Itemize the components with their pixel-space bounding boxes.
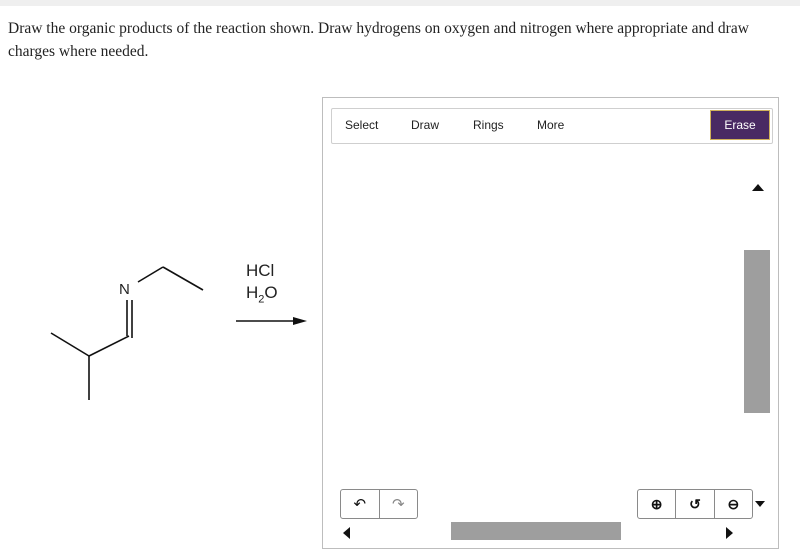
vertical-scroll-thumb[interactable]: [744, 250, 770, 413]
scroll-left-arrow-icon[interactable]: [343, 527, 350, 539]
bond-ch-methyl-1: [50, 332, 90, 357]
horizontal-scrollbar[interactable]: [331, 522, 741, 548]
redo-icon[interactable]: ↷: [378, 490, 418, 518]
reagents: HCl H2O: [246, 260, 278, 310]
reagent-water-h: H: [246, 283, 259, 302]
drawing-editor[interactable]: Select Draw Rings More Erase ↶ ↷ ⊕ ↺ ⊖: [322, 97, 779, 549]
rings-menu[interactable]: Rings: [473, 118, 504, 132]
reaction-arrow-head: [293, 317, 307, 325]
nitrogen-label: N: [119, 281, 130, 298]
bond-c-ch: [88, 335, 130, 357]
scroll-up-arrow-icon[interactable]: [752, 184, 764, 191]
vertical-scrollbar[interactable]: [743, 178, 773, 538]
zoom-out-icon[interactable]: ⊖: [713, 490, 752, 518]
zoom-controls: ⊕ ↺ ⊖: [637, 489, 753, 519]
more-menu[interactable]: More: [537, 118, 564, 132]
reagent-hcl: HCl: [246, 261, 275, 280]
reagent-water-o: O: [264, 283, 278, 302]
horizontal-scroll-thumb[interactable]: [451, 522, 621, 540]
undo-icon[interactable]: ↶: [341, 490, 379, 518]
zoom-in-icon[interactable]: ⊕: [638, 490, 675, 518]
reagent-water: H2O: [246, 282, 278, 310]
select-menu[interactable]: Select: [345, 118, 378, 132]
editor-toolbar: Select Draw Rings More Erase: [331, 108, 773, 144]
bond-ethyl-1: [162, 266, 204, 291]
undo-redo-group: ↶ ↷: [340, 489, 418, 519]
bond-n-ethyl: [137, 266, 164, 283]
zoom-dropdown-icon[interactable]: [755, 501, 765, 507]
scroll-right-arrow-icon[interactable]: [726, 527, 733, 539]
zoom-reset-icon[interactable]: ↺: [675, 490, 713, 518]
draw-menu[interactable]: Draw: [411, 118, 439, 132]
erase-button[interactable]: Erase: [710, 110, 770, 140]
